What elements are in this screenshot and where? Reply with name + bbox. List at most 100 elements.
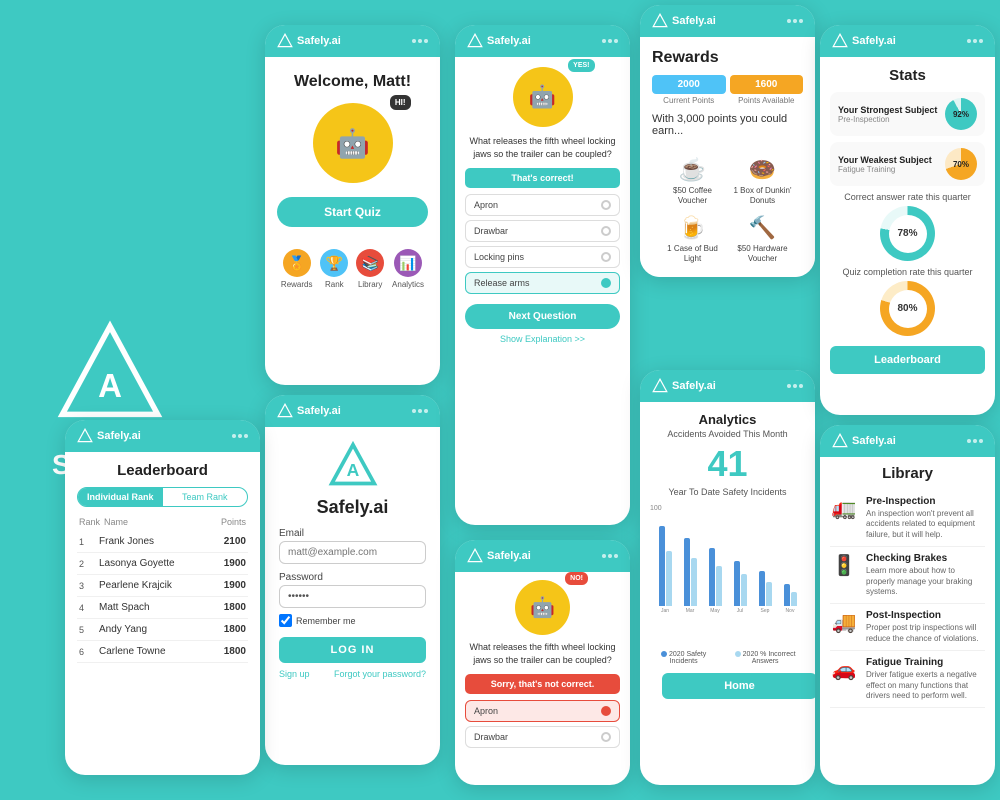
available-points: 1600 xyxy=(730,75,804,94)
answer-drawbar[interactable]: Drawbar xyxy=(465,220,620,242)
table-row: 6 Carlene Towne 1800 xyxy=(77,641,248,663)
leaderboard-header: Safely.ai xyxy=(65,420,260,452)
welcome-title: Welcome, Matt! xyxy=(277,73,428,91)
quiz-correct-dots xyxy=(602,39,618,43)
stats-title: Stats xyxy=(830,67,985,84)
bar-sep: Sep xyxy=(754,571,776,614)
welcome-nav: 🏅 Rewards 🏆 Rank 📚 Library 📊 Analytics xyxy=(277,249,428,289)
library-item-checking-brakes[interactable]: 🚦 Checking Brakes Learn more about how t… xyxy=(830,547,985,604)
library-dots xyxy=(967,439,983,443)
library-item-post-inspection[interactable]: 🚚 Post-Inspection Proper post trip inspe… xyxy=(830,604,985,651)
login-form: Email Password Remember me LOG IN Sign u… xyxy=(279,528,426,679)
analytics-title: Analytics xyxy=(650,412,805,427)
password-input[interactable] xyxy=(279,585,426,608)
leaderboard-content: Leaderboard Individual Rank Team Rank Ra… xyxy=(65,452,260,673)
leaderboard-title: Leaderboard xyxy=(77,462,248,479)
nav-library[interactable]: 📚 Library xyxy=(356,249,384,289)
home-button[interactable]: Home xyxy=(662,673,815,699)
correct-rate-label: Correct answer rate this quarter xyxy=(830,192,985,202)
nav-analytics[interactable]: 📊 Analytics xyxy=(392,249,424,289)
rewards-dots xyxy=(787,19,803,23)
reward-coffee: ☕ $50 Coffee Voucher xyxy=(662,157,724,207)
login-dots xyxy=(412,409,428,413)
stats-dots xyxy=(967,39,983,43)
leaderboard-dots xyxy=(232,434,248,438)
rank-tabs: Individual Rank Team Rank xyxy=(77,487,248,507)
tab-individual[interactable]: Individual Rank xyxy=(78,488,163,506)
next-question-button[interactable]: Next Question xyxy=(465,304,620,329)
reward-donuts: 🍩 1 Box of Dunkin' Donuts xyxy=(732,157,794,207)
speech-hi: HI! xyxy=(390,95,411,110)
welcome-header-logo: Safely.ai xyxy=(277,33,341,49)
phone-leaderboard: Safely.ai Leaderboard Individual Rank Te… xyxy=(65,420,260,775)
login-content: A Safely.ai Email Password Remember me L… xyxy=(265,427,440,693)
table-row: 2 Lasonya Goyette 1900 xyxy=(77,553,248,575)
phone-analytics: Safely.ai Analytics Accidents Avoided Th… xyxy=(640,370,815,785)
library-header-logo: Safely.ai xyxy=(832,433,896,449)
phone-stats: Safely.ai Stats Your Strongest Subject P… xyxy=(820,25,995,415)
svg-text:A: A xyxy=(346,460,359,480)
speech-no: NO! xyxy=(565,572,588,585)
library-title: Library xyxy=(830,465,985,482)
svg-text:A: A xyxy=(98,367,122,404)
login-links: Sign up Forgot your password? xyxy=(279,669,426,679)
quiz-wrong-dots xyxy=(602,554,618,558)
remember-label: Remember me xyxy=(296,616,356,626)
points-bar: 2000 1600 xyxy=(652,75,803,94)
analytics-subtitle: Accidents Avoided This Month xyxy=(650,429,805,439)
library-item-pre-inspection[interactable]: 🚛 Pre-Inspection An inspection won't pre… xyxy=(830,490,985,547)
stats-header-logo: Safely.ai xyxy=(832,33,896,49)
quiz-correct-content: 🤖 YES! What releases the fifth wheel loc… xyxy=(455,57,630,354)
login-button[interactable]: LOG IN xyxy=(279,637,426,663)
show-explanation[interactable]: Show Explanation >> xyxy=(465,334,620,344)
quiz-wrong-header: Safely.ai xyxy=(455,540,630,572)
forgot-link[interactable]: Forgot your password? xyxy=(334,669,426,679)
strongest-label: Your Strongest Subject xyxy=(838,105,937,115)
nav-rank[interactable]: 🏆 Rank xyxy=(320,249,348,289)
correct-rate-chart: 78% xyxy=(830,206,985,261)
lb-header: Rank Name Points xyxy=(77,517,248,527)
correct-banner: That's correct! xyxy=(465,168,620,188)
weakest-label: Your Weakest Subject xyxy=(838,155,932,165)
bar-jul: Jul xyxy=(729,561,751,614)
phone-library: Safely.ai Library 🚛 Pre-Inspection An in… xyxy=(820,425,995,785)
quiz-wrong-header-logo: Safely.ai xyxy=(467,548,531,564)
rewards-header: Safely.ai xyxy=(640,5,815,37)
library-item-fatigue-training[interactable]: 🚗 Fatigue Training Driver fatigue exerts… xyxy=(830,651,985,708)
answer-apron[interactable]: Apron xyxy=(465,194,620,216)
phone-login: Safely.ai A Safely.ai Email Password Rem… xyxy=(265,395,440,765)
remember-checkbox[interactable] xyxy=(279,614,292,627)
library-content: Library 🚛 Pre-Inspection An inspection w… xyxy=(820,457,995,716)
points-sub: Current Points Points Available xyxy=(652,96,803,105)
reward-beer: 🍺 1 Case of Bud Light xyxy=(662,215,724,265)
welcome-header: Safely.ai xyxy=(265,25,440,57)
quiz-question-correct: What releases the fifth wheel locking ja… xyxy=(465,135,620,160)
answer-wrong-apron[interactable]: Apron xyxy=(465,700,620,722)
hero-logo: A xyxy=(55,319,165,429)
stats-content: Stats Your Strongest Subject Pre-Inspect… xyxy=(820,57,995,384)
weakest-subject-card: Your Weakest Subject Fatigue Training 70… xyxy=(830,142,985,186)
password-label: Password xyxy=(279,572,426,583)
tab-team[interactable]: Team Rank xyxy=(163,488,248,506)
phone-welcome: Safely.ai Welcome, Matt! 🤖 HI! Start Qui… xyxy=(265,25,440,385)
analytics-dots xyxy=(787,384,803,388)
reward-hardware: 🔨 $50 Hardware Voucher xyxy=(732,215,794,265)
quiz-rate-value: 80% xyxy=(889,290,927,328)
analytics-header: Safely.ai xyxy=(640,370,815,402)
signup-link[interactable]: Sign up xyxy=(279,669,310,679)
answer-locking-pins[interactable]: Locking pins xyxy=(465,246,620,268)
answer-release-arms[interactable]: Release arms xyxy=(465,272,620,294)
leaderboard-button[interactable]: Leaderboard xyxy=(830,346,985,374)
rewards-title: Rewards xyxy=(652,49,803,67)
email-label: Email xyxy=(279,528,426,539)
phone-quiz-correct: Safely.ai 🤖 YES! What releases the fifth… xyxy=(455,25,630,525)
start-quiz-button[interactable]: Start Quiz xyxy=(277,197,428,227)
strongest-sub: Pre-Inspection xyxy=(838,115,937,124)
bar-nov: Nov xyxy=(779,584,801,614)
answer-wrong-drawbar[interactable]: Drawbar xyxy=(465,726,620,748)
rewards-items: ☕ $50 Coffee Voucher 🍩 1 Box of Dunkin' … xyxy=(640,157,815,277)
email-input[interactable] xyxy=(279,541,426,564)
quiz-correct-header-logo: Safely.ai xyxy=(467,33,531,49)
quiz-question-wrong: What releases the fifth wheel locking ja… xyxy=(465,641,620,666)
nav-rewards[interactable]: 🏅 Rewards xyxy=(281,249,313,289)
